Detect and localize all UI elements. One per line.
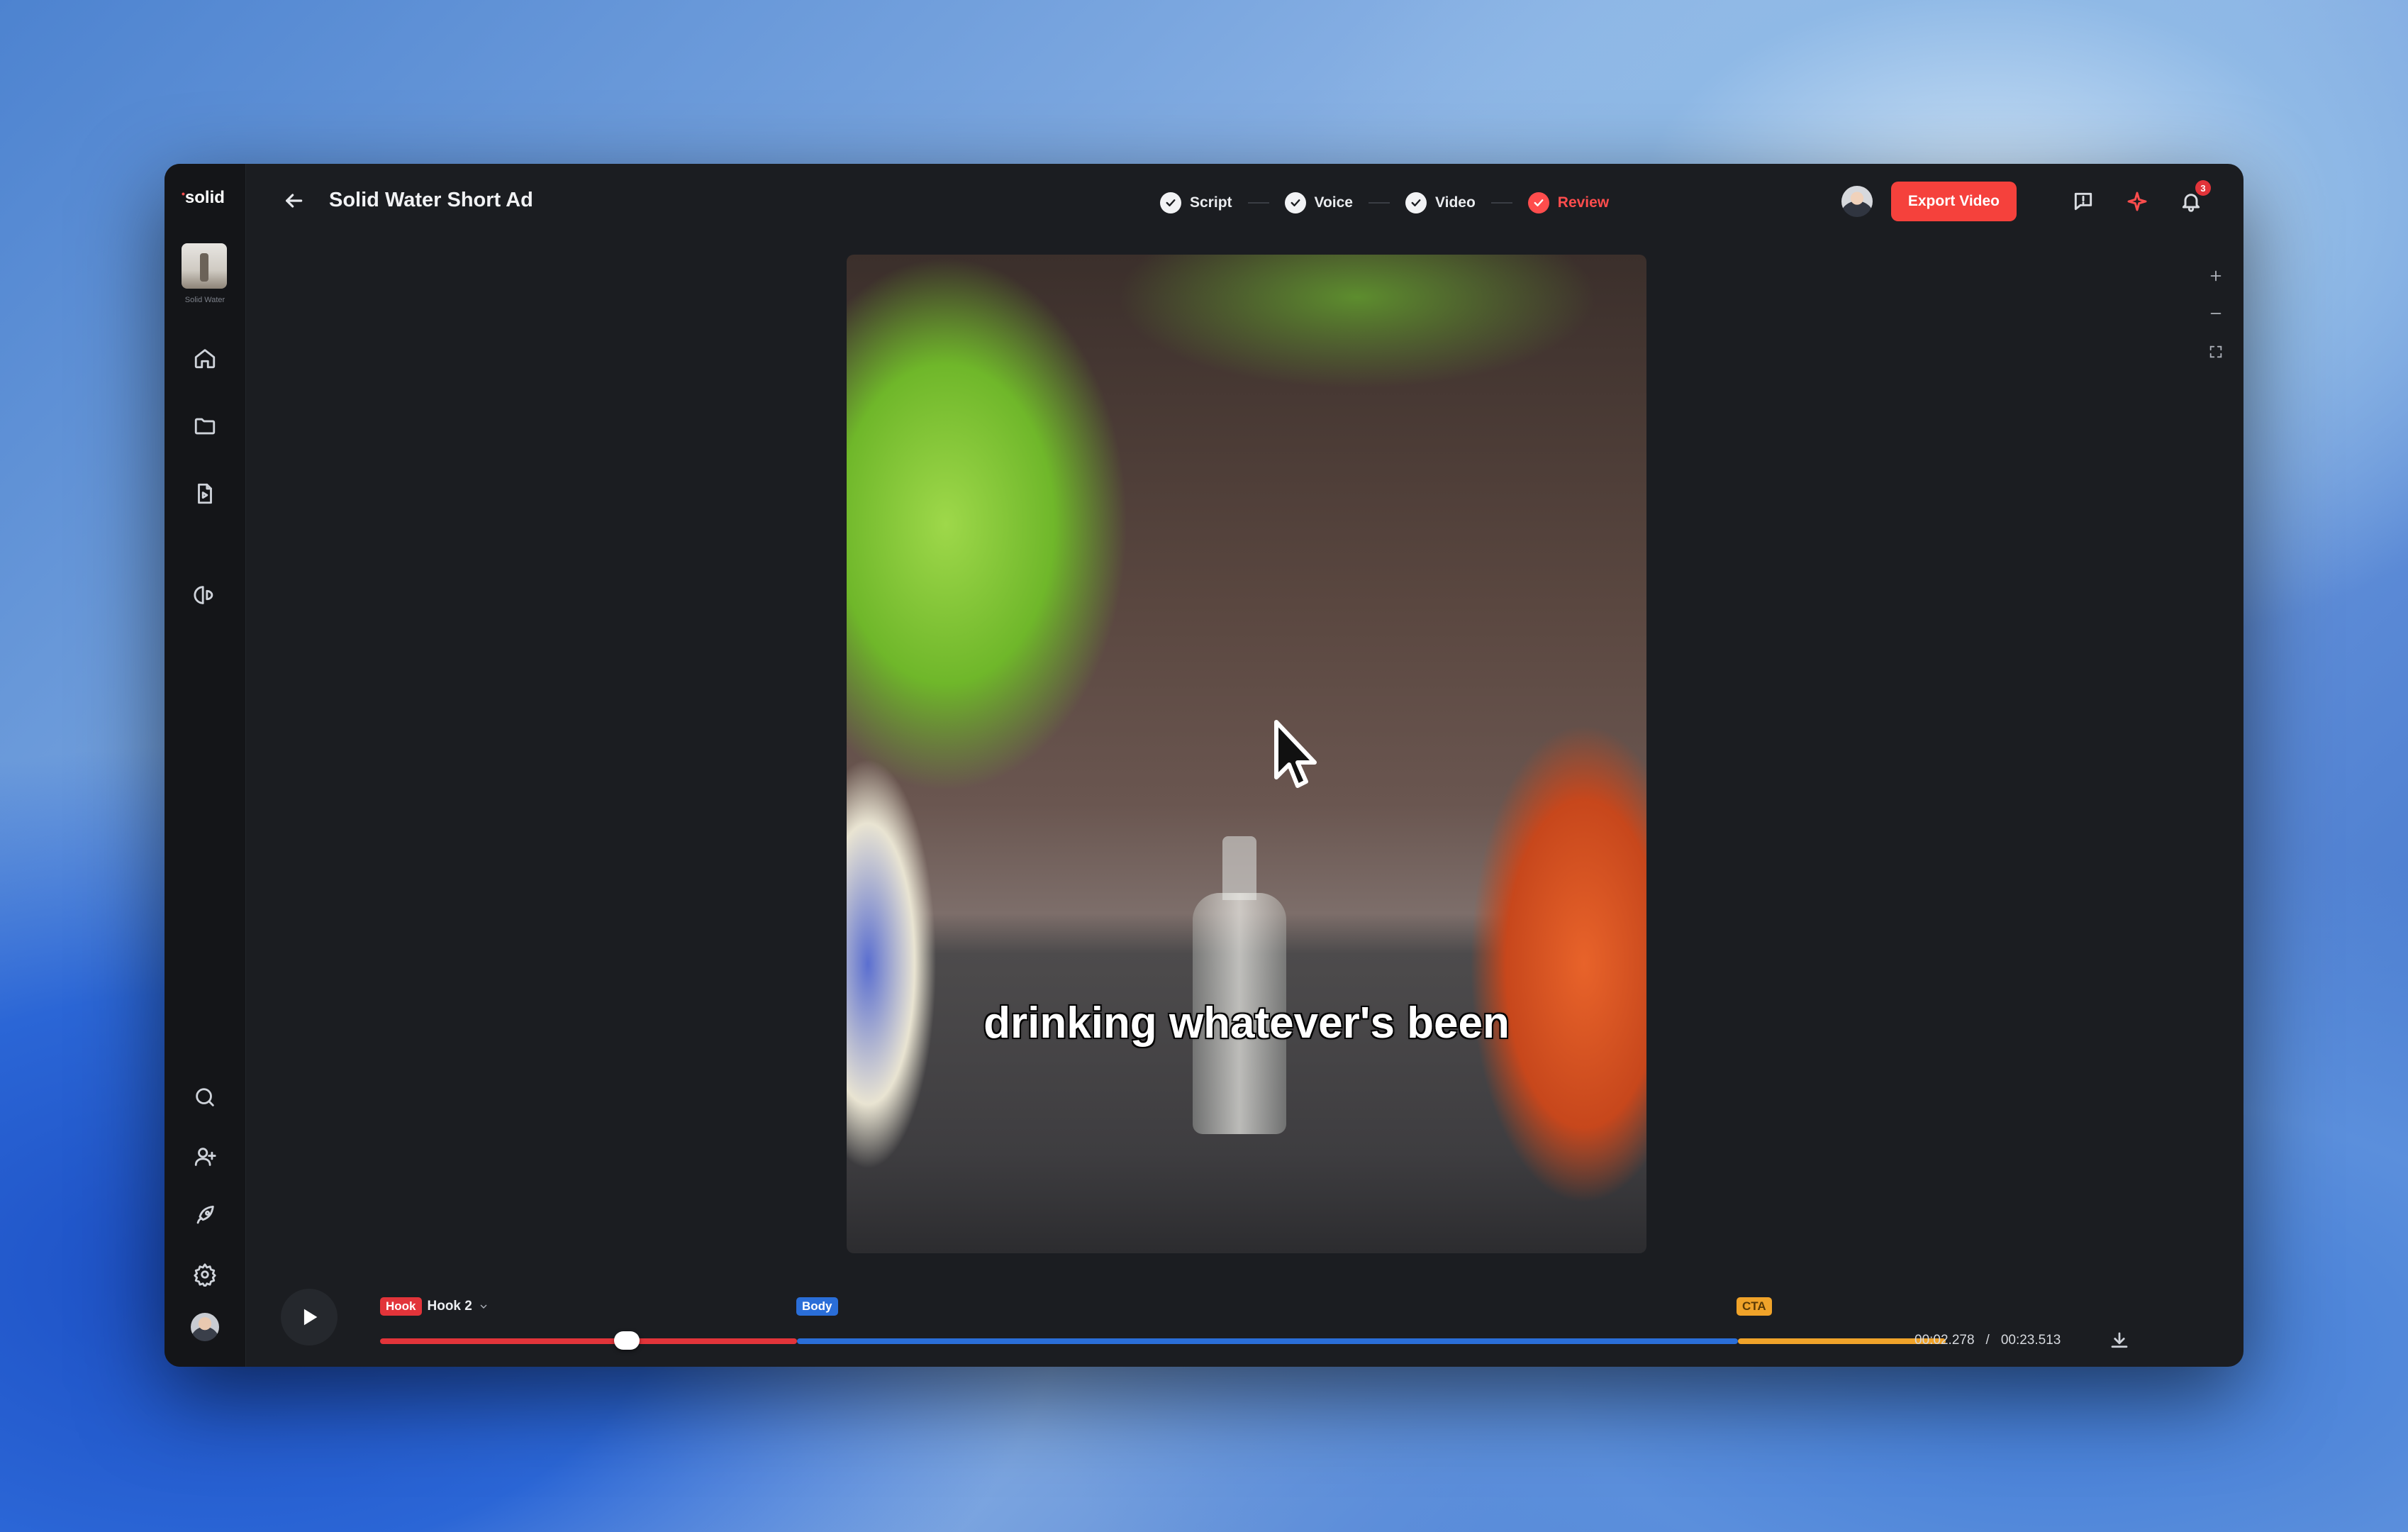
- document-video-icon[interactable]: [191, 479, 219, 508]
- body-track[interactable]: [797, 1338, 1738, 1344]
- add-user-icon[interactable]: [191, 1143, 219, 1171]
- back-arrow-icon[interactable]: [282, 189, 308, 215]
- app-logo[interactable]: •solid: [182, 188, 225, 208]
- rocket-icon[interactable]: [191, 1201, 219, 1230]
- home-icon[interactable]: [191, 344, 219, 372]
- water-bottle-image: [1193, 836, 1286, 1134]
- step-divider: [1490, 202, 1512, 204]
- step-label: Voice: [1314, 194, 1353, 211]
- workflow-steps: Script Voice Video Review: [1160, 191, 1609, 215]
- notification-badge: 3: [2195, 180, 2211, 196]
- body-segment-header[interactable]: Body: [796, 1297, 838, 1316]
- brand-icon[interactable]: [191, 581, 219, 609]
- header-tools: Export Video 3: [1841, 180, 2211, 222]
- folder-icon[interactable]: [191, 412, 219, 440]
- step-video[interactable]: Video: [1405, 192, 1476, 213]
- total-time: 00:23.513: [2000, 1333, 2061, 1348]
- settings-icon[interactable]: [191, 1260, 219, 1289]
- plus-icon[interactable]: [2205, 265, 2226, 287]
- check-icon: [1405, 192, 1427, 213]
- feedback-icon[interactable]: [2069, 187, 2097, 216]
- step-divider: [1368, 202, 1390, 204]
- check-icon: [1527, 192, 1549, 213]
- step-label: Video: [1434, 194, 1476, 211]
- top-bar: Solid Water Short Ad Script Voice Video …: [245, 164, 2243, 239]
- export-video-button[interactable]: Export Video: [1890, 182, 2017, 221]
- chevron-down-icon[interactable]: [478, 1301, 489, 1312]
- hook-segment-header[interactable]: Hook Hook 2: [380, 1297, 489, 1316]
- hook-track[interactable]: [380, 1338, 797, 1344]
- step-label: Review: [1557, 194, 1610, 211]
- step-review[interactable]: Review: [1527, 192, 1610, 213]
- step-script[interactable]: Script: [1160, 192, 1232, 213]
- project-name-label: Solid Water: [184, 296, 225, 304]
- cta-segment-header[interactable]: CTA: [1737, 1297, 1772, 1316]
- check-icon: [1160, 192, 1181, 213]
- page-title: Solid Water Short Ad: [329, 189, 533, 211]
- bell-icon[interactable]: 3: [2177, 180, 2211, 216]
- time-separator: /: [1985, 1333, 1990, 1348]
- time-display: 00:02.278 / 00:23.513: [1914, 1333, 2061, 1348]
- timeline-player: Hook Hook 2 Body CTA 00:02.278 / 00:23.513: [245, 1277, 2243, 1355]
- project-thumbnail[interactable]: [182, 243, 227, 289]
- playhead-handle[interactable]: [614, 1331, 640, 1350]
- body-tag: Body: [796, 1297, 838, 1316]
- app-window: •solid Solid Water Solid Water Short Ad …: [165, 164, 2243, 1367]
- step-divider: [1247, 202, 1269, 204]
- check-icon: [1284, 192, 1306, 213]
- current-time: 00:02.278: [1914, 1333, 1975, 1348]
- collaborator-avatar[interactable]: [1841, 186, 1873, 217]
- hook-variant-select[interactable]: Hook 2: [428, 1299, 472, 1314]
- minus-icon[interactable]: [2205, 303, 2226, 324]
- video-caption: drinking whatever's been: [983, 999, 1510, 1048]
- fullscreen-icon[interactable]: [2205, 341, 2226, 362]
- search-icon[interactable]: [191, 1083, 219, 1111]
- step-label: Script: [1190, 194, 1232, 211]
- sidebar: •solid Solid Water: [165, 164, 246, 1367]
- play-icon: [303, 1309, 318, 1326]
- download-icon[interactable]: [2109, 1330, 2133, 1354]
- mouse-cursor-icon: [1274, 720, 1317, 788]
- video-preview[interactable]: drinking whatever's been: [847, 255, 1646, 1253]
- user-avatar[interactable]: [191, 1313, 219, 1341]
- cta-tag: CTA: [1737, 1297, 1772, 1316]
- step-voice[interactable]: Voice: [1284, 192, 1353, 213]
- hook-tag: Hook: [380, 1297, 422, 1316]
- sparkle-icon[interactable]: [2123, 187, 2151, 216]
- play-button[interactable]: [281, 1289, 338, 1345]
